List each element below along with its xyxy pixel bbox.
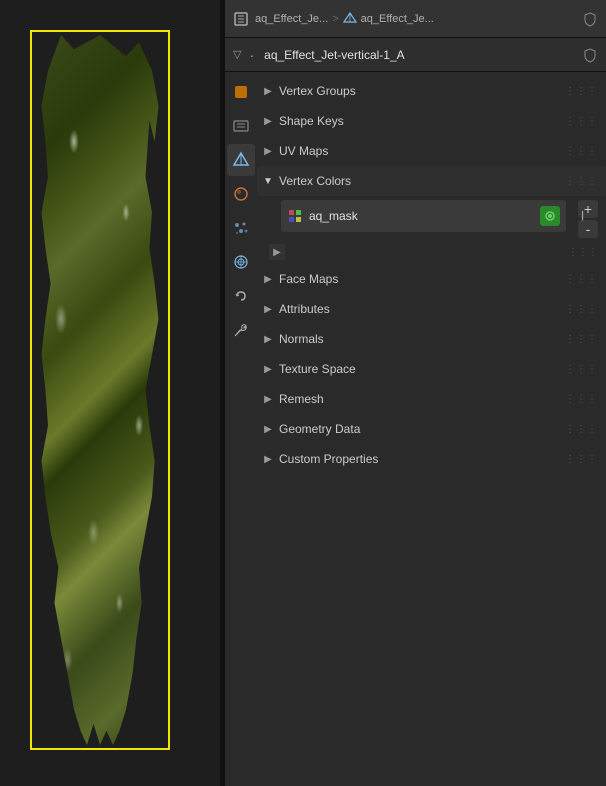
breadcrumb-separator: > — [332, 13, 338, 25]
shape-keys-row[interactable]: ▶ Shape Keys ⋮⋮⋮ — [257, 106, 606, 136]
object-name-row[interactable]: ▽ · aq_Effect_Jet-vertical-1_A — [225, 38, 606, 72]
breadcrumb-item-2[interactable]: aq_Effect_Je... — [361, 13, 434, 25]
custom-properties-dots: ⋮⋮⋮ — [565, 454, 598, 465]
remove-vertex-color-button[interactable]: - — [578, 220, 598, 238]
breadcrumb: aq_Effect_Je... > aq_Effect_Je... — [255, 12, 576, 26]
sidebar-item-particles[interactable] — [227, 212, 255, 244]
uv-maps-expand-icon: ▶ — [261, 144, 275, 158]
color-attr-icon — [287, 208, 303, 224]
normals-row[interactable]: ▶ Normals ⋮⋮⋮ — [257, 324, 606, 354]
header-right-icon — [582, 11, 598, 27]
remesh-row[interactable]: ▶ Remesh ⋮⋮⋮ — [257, 384, 606, 414]
sidebar-item-material[interactable] — [227, 178, 255, 210]
vertex-color-items-container: aq_mask | + - — [257, 196, 606, 240]
add-vertex-color-button[interactable]: + — [578, 200, 598, 218]
sidebar-item-object[interactable] — [227, 76, 255, 108]
vertex-colors-dots: ⋮⋮⋮ — [565, 176, 598, 187]
custom-properties-expand-icon: ▶ — [261, 452, 275, 466]
vertex-groups-row[interactable]: ▶ Vertex Groups ⋮⋮⋮ — [257, 76, 606, 106]
vertex-groups-label: Vertex Groups — [279, 84, 565, 98]
attributes-row[interactable]: ▶ Attributes ⋮⋮⋮ — [257, 294, 606, 324]
custom-properties-row[interactable]: ▶ Custom Properties ⋮⋮⋮ — [257, 444, 606, 474]
vertex-colors-row[interactable]: ▼ Vertex Colors ⋮⋮⋮ — [257, 166, 606, 196]
shape-keys-expand-icon: ▶ — [261, 114, 275, 128]
face-maps-expand-icon: ▶ — [261, 272, 275, 286]
properties-list: ▶ Vertex Groups ⋮⋮⋮ ▶ Shape Keys ⋮⋮⋮ ▶ U… — [257, 72, 606, 786]
remesh-expand-icon: ▶ — [261, 392, 275, 406]
breadcrumb-bar: aq_Effect_Je... > aq_Effect_Je... — [225, 0, 606, 38]
remesh-label: Remesh — [279, 392, 565, 406]
attributes-label: Attributes — [279, 302, 565, 316]
mesh-icon — [343, 12, 357, 26]
uv-maps-label: UV Maps — [279, 144, 565, 158]
aq-mask-render-button[interactable] — [540, 206, 560, 226]
remesh-dots: ⋮⋮⋮ — [565, 394, 598, 405]
attributes-dots: ⋮⋮⋮ — [565, 304, 598, 315]
custom-properties-label: Custom Properties — [279, 452, 565, 466]
mini-row-dots: ⋮⋮⋮ — [568, 247, 598, 258]
geometry-data-dots: ⋮⋮⋮ — [565, 424, 598, 435]
properties-icon — [233, 11, 249, 27]
shape-keys-dots: ⋮⋮⋮ — [565, 116, 598, 127]
vertex-colors-expand-icon: ▼ — [261, 174, 275, 188]
sidebar-item-modifier[interactable] — [227, 110, 255, 142]
texture-space-label: Texture Space — [279, 362, 565, 376]
sidebar-item-object-data[interactable] — [227, 144, 255, 176]
uv-maps-dots: ⋮⋮⋮ — [565, 146, 598, 157]
object-dot-icon: · — [249, 47, 254, 63]
uv-maps-row[interactable]: ▶ UV Maps ⋮⋮⋮ — [257, 136, 606, 166]
vertex-groups-dots: ⋮⋮⋮ — [565, 86, 598, 97]
sidebar-item-physics[interactable] — [227, 246, 255, 278]
normals-expand-icon: ▶ — [261, 332, 275, 346]
face-maps-row[interactable]: ▶ Face Maps ⋮⋮⋮ — [257, 264, 606, 294]
viewport-panel — [0, 0, 220, 786]
viewport-image — [0, 0, 220, 786]
geometry-data-label: Geometry Data — [279, 422, 565, 436]
face-maps-label: Face Maps — [279, 272, 565, 286]
add-remove-buttons: + - — [578, 198, 602, 238]
object-expand-icon: ▽ — [233, 48, 241, 61]
mini-expand-button[interactable]: ▶ — [269, 244, 285, 260]
texture-space-dots: ⋮⋮⋮ — [565, 364, 598, 375]
breadcrumb-item-1[interactable]: aq_Effect_Je... — [255, 13, 328, 25]
object-name-label: aq_Effect_Jet-vertical-1_A — [264, 48, 405, 62]
aq-mask-row[interactable]: aq_mask | — [281, 200, 566, 232]
face-maps-dots: ⋮⋮⋮ — [565, 274, 598, 285]
geometry-data-expand-icon: ▶ — [261, 422, 275, 436]
sidebar-item-object-props[interactable] — [227, 314, 255, 346]
object-shield-icon — [582, 47, 598, 63]
properties-content: ▶ Vertex Groups ⋮⋮⋮ ▶ Shape Keys ⋮⋮⋮ ▶ U… — [225, 72, 606, 786]
vertex-colors-label: Vertex Colors — [279, 174, 565, 188]
normals-label: Normals — [279, 332, 565, 346]
texture-space-expand-icon: ▶ — [261, 362, 275, 376]
properties-panel: aq_Effect_Je... > aq_Effect_Je... ▽ · aq… — [225, 0, 606, 786]
attributes-expand-icon: ▶ — [261, 302, 275, 316]
vertex-groups-expand-icon: ▶ — [261, 84, 275, 98]
aq-mask-name-label: aq_mask — [309, 209, 534, 223]
normals-dots: ⋮⋮⋮ — [565, 334, 598, 345]
mini-expand-row: ▶ ⋮⋮⋮ — [257, 240, 606, 264]
sidebar-item-constraints[interactable] — [227, 280, 255, 312]
texture-space-row[interactable]: ▶ Texture Space ⋮⋮⋮ — [257, 354, 606, 384]
geometry-data-row[interactable]: ▶ Geometry Data ⋮⋮⋮ — [257, 414, 606, 444]
side-icon-column — [225, 72, 257, 786]
shape-keys-label: Shape Keys — [279, 114, 565, 128]
